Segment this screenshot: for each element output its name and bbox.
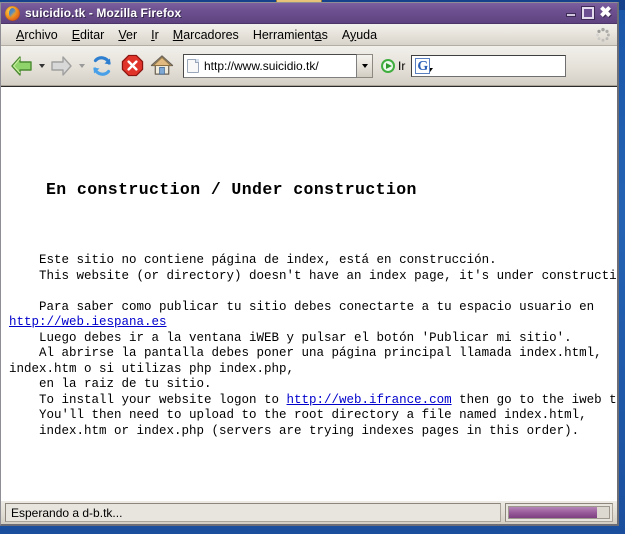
menu-label-ir: Ir xyxy=(151,28,159,42)
stop-button[interactable] xyxy=(117,51,147,81)
minimize-button[interactable] xyxy=(564,6,579,20)
page-blank-line xyxy=(9,284,609,300)
search-input[interactable]: G xyxy=(411,55,566,77)
progress-fill xyxy=(509,507,597,518)
reload-button[interactable] xyxy=(87,51,117,81)
back-button[interactable] xyxy=(7,51,37,81)
page-line: Luego debes ir a la ventana iWEB y pulsa… xyxy=(9,331,609,347)
menu-item-ayuda[interactable]: Ayuda xyxy=(335,27,384,43)
page-line: You'll then need to upload to the root d… xyxy=(9,408,609,424)
address-bar: http://www.suicidio.tk/ xyxy=(183,54,373,78)
status-text: Esperando a d-b.tk... xyxy=(11,506,122,520)
page-heading: En construction / Under construction xyxy=(46,180,609,200)
menu-item-editar[interactable]: Editar xyxy=(65,27,112,43)
go-arrow-icon xyxy=(381,59,395,73)
page-link[interactable]: http://web.iespana.es xyxy=(9,315,167,329)
page-content: En construction / Under construction Est… xyxy=(9,87,609,470)
menu-item-marcadores[interactable]: Marcadores xyxy=(166,27,246,43)
firefox-icon xyxy=(5,6,20,21)
menu-label-editar: Editar xyxy=(72,28,105,42)
page-icon xyxy=(187,59,199,73)
page-line: index.htm o si utilizas php index.php, xyxy=(9,362,609,378)
chevron-down-icon xyxy=(362,64,368,68)
throbber-icon xyxy=(595,27,611,43)
menu-item-archivo[interactable]: Archivo xyxy=(9,27,65,43)
page-line: This website (or directory) doesn't have… xyxy=(9,269,609,285)
stop-icon xyxy=(121,54,144,77)
menu-item-ir[interactable]: Ir xyxy=(144,27,166,43)
page-line: Este sitio no contiene página de index, … xyxy=(9,253,609,269)
menu-item-herramientas[interactable]: Herramientas xyxy=(246,27,335,43)
home-icon xyxy=(150,54,174,77)
back-dropdown[interactable] xyxy=(37,51,47,81)
menu-bar: Archivo Editar Ver Ir Marcadores Herrami… xyxy=(1,24,617,46)
status-text-panel: Esperando a d-b.tk... xyxy=(5,503,501,522)
forward-arrow-icon xyxy=(50,55,74,77)
progress-panel xyxy=(505,503,613,522)
browser-window: suicidio.tk - Mozilla Firefox ✖ Archivo … xyxy=(0,2,619,526)
page-line: Al abrirse la pantalla debes poner una p… xyxy=(9,346,609,362)
page-line: Para saber como publicar tu sitio debes … xyxy=(9,300,609,316)
go-button[interactable]: Ir xyxy=(377,59,409,73)
menu-label-marcadores: Marcadores xyxy=(173,28,239,42)
page-line: en la raiz de tu sitio. xyxy=(9,377,609,393)
close-button[interactable]: ✖ xyxy=(598,6,613,20)
page-body: Este sitio no contiene página de index, … xyxy=(9,253,609,439)
page-viewport: En construction / Under construction Est… xyxy=(1,86,617,500)
url-text: http://www.suicidio.tk/ xyxy=(204,59,353,73)
title-bar: suicidio.tk - Mozilla Firefox ✖ xyxy=(1,3,617,24)
home-button[interactable] xyxy=(147,51,177,81)
menu-label-herramientas: Herramientas xyxy=(253,28,328,42)
forward-button[interactable] xyxy=(47,51,77,81)
menu-label-ver: Ver xyxy=(118,28,137,42)
url-input[interactable]: http://www.suicidio.tk/ xyxy=(183,54,357,78)
maximize-button[interactable] xyxy=(581,6,596,20)
url-history-dropdown[interactable] xyxy=(357,54,373,78)
progress-track xyxy=(508,506,610,519)
page-line: http://web.iespana.es xyxy=(9,315,609,331)
reload-icon xyxy=(90,54,114,78)
page-line: index.htm or index.php (servers are tryi… xyxy=(9,424,609,440)
chevron-down-icon xyxy=(79,64,85,68)
menu-label-ayuda: Ayuda xyxy=(342,28,377,42)
forward-dropdown[interactable] xyxy=(77,51,87,81)
window-title: suicidio.tk - Mozilla Firefox xyxy=(25,6,562,20)
chevron-down-icon xyxy=(39,64,45,68)
google-icon[interactable]: G xyxy=(415,58,430,74)
page-line: To install your website logon to http://… xyxy=(9,393,609,409)
navigation-toolbar: http://www.suicidio.tk/ Ir G xyxy=(1,46,617,86)
back-arrow-icon xyxy=(10,55,34,77)
menu-item-ver[interactable]: Ver xyxy=(111,27,144,43)
menu-label-archivo: Archivo xyxy=(16,28,58,42)
status-bar: Esperando a d-b.tk... xyxy=(1,500,617,524)
go-label: Ir xyxy=(398,59,405,73)
page-link[interactable]: http://web.ifrance.com xyxy=(287,393,452,407)
